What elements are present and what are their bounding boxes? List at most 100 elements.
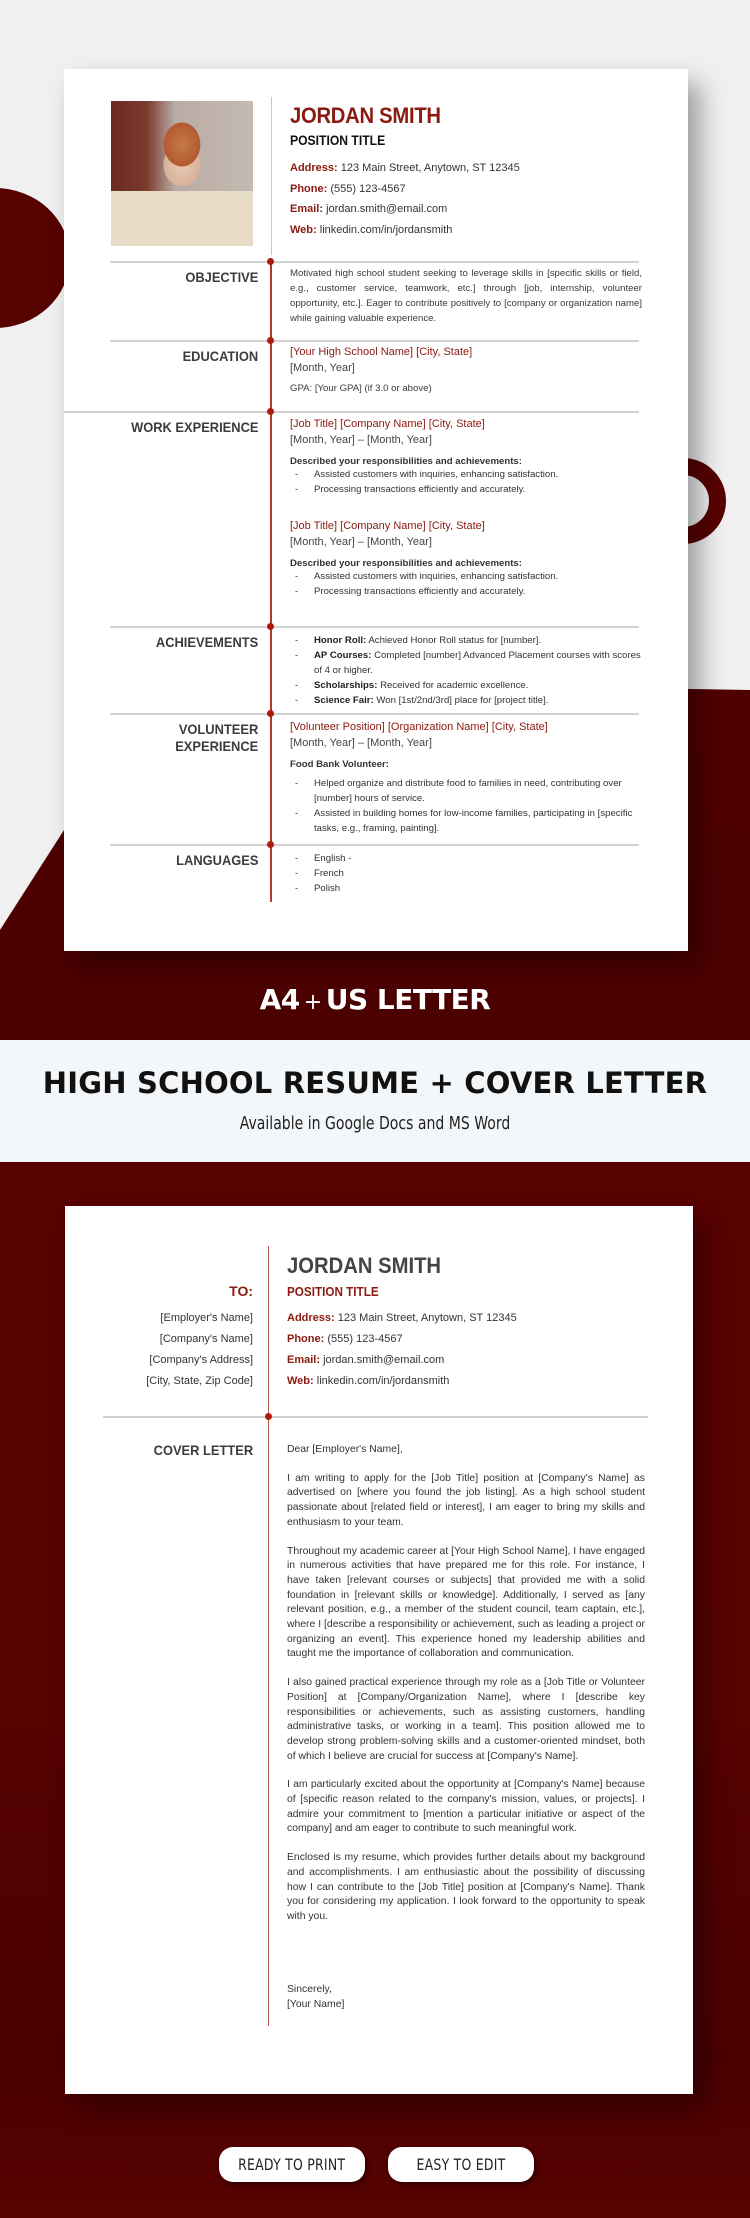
cover-letter-position-title: POSITION TITLE (287, 1284, 379, 1299)
contact-web-label: Web: (290, 224, 317, 236)
timeline-dot (267, 841, 274, 848)
list-item: - Honor Roll: Achieved Honor Roll status … (295, 635, 542, 646)
timeline-dot (267, 408, 274, 415)
resume-name: JORDAN SMITH (290, 103, 441, 128)
achievements-list: - Honor Roll: Achieved Honor Roll status … (290, 633, 642, 708)
contact-phone-value: (555) 123-4567 (330, 183, 406, 195)
languages-block: - English - - French - Polish (290, 851, 642, 896)
contact-email-value: jordan.smith@email.com (326, 203, 448, 215)
list-item: - AP Courses: Completed [number] Advanced… (295, 650, 641, 676)
letter-closing-block: Sincerely, [Your Name] (287, 1983, 344, 2012)
recipient-employer: [Employer's Name] (160, 1312, 253, 1324)
recipient-address: [Company's Address] (149, 1354, 253, 1366)
timeline-dot (265, 1413, 272, 1420)
volunteer-dates: [Month, Year] – [Month, Year] (290, 737, 432, 749)
format-plus: + (303, 990, 322, 1015)
letter-paragraph: I am writing to apply for the [Job Title… (287, 1472, 645, 1528)
contact-address-value: 123 Main Street, Anytown, ST 12345 (340, 162, 520, 174)
contact-email-label: Email: (290, 203, 324, 215)
cl-contact-web: Web: linkedin.com/in/jordansmith (287, 1375, 450, 1387)
list-item: - Assisted customers with inquiries, enha… (295, 571, 559, 582)
job-subheading: Described your responsibilities and achi… (290, 558, 522, 569)
letter-paragraph: Enclosed is my resume, which provides fu… (287, 1852, 645, 1922)
contact-address: Address: 123 Main Street, Anytown, ST 12… (290, 162, 520, 174)
job-subheading: Described your responsibilities and achi… (290, 456, 522, 467)
work-job-2: [Job Title] [Company Name] [City, State]… (290, 519, 642, 599)
badge-ready-to-print: READY TO PRINT (219, 2147, 365, 2182)
volunteer-bullets: - Helped organize and distribute food to … (290, 776, 642, 836)
education-gpa: GPA: [Your GPA] (if 3.0 or above) (290, 383, 432, 394)
section-label-work-experience: WORK EXPERIENCE (130, 419, 258, 435)
recipient-city-state-zip: [City, State, Zip Code] (146, 1375, 253, 1387)
to-label: TO: (229, 1283, 253, 1299)
section-label-languages: LANGUAGES (175, 852, 258, 868)
achievements-block: - Honor Roll: Achieved Honor Roll status … (290, 633, 642, 708)
job-title: [Job Title] [Company Name] [City, State] (290, 520, 485, 532)
letter-paragraph: Throughout my academic career at [Your H… (287, 1545, 645, 1660)
timeline-dot (267, 337, 274, 344)
education-school: [Your High School Name] [City, State] (290, 346, 473, 358)
list-item: - Processing transactions efficiently and… (295, 484, 526, 495)
section-label-achievements: ACHIEVEMENTS (155, 634, 258, 650)
job-dates: [Month, Year] – [Month, Year] (290, 434, 432, 446)
work-job-1: [Job Title] [Company Name] [City, State]… (290, 417, 642, 497)
job-dates: [Month, Year] – [Month, Year] (290, 536, 432, 548)
section-label-volunteer-line1: VOLUNTEER (178, 721, 258, 737)
education-block: [Your High School Name] [City, State] [M… (290, 345, 642, 396)
header-divider (271, 97, 272, 255)
list-item: - Helped organize and distribute food to … (295, 778, 622, 804)
list-item: - Scholarships: Received for academic exc… (295, 680, 529, 691)
cl-contact-address: Address: 123 Main Street, Anytown, ST 12… (287, 1312, 517, 1324)
volunteer-block: [Volunteer Position] [Organization Name]… (290, 720, 642, 836)
format-heading: A4 + US LETTER (0, 983, 750, 1016)
resume-position-title: POSITION TITLE (290, 133, 386, 148)
format-us-letter: US LETTER (325, 983, 491, 1016)
contact-phone: Phone: (555) 123-4567 (290, 183, 406, 195)
cl-contact-phone: Phone: (555) 123-4567 (287, 1333, 403, 1345)
product-title: HIGH SCHOOL RESUME + COVER LETTER (42, 1066, 708, 1100)
list-item: - French (295, 868, 344, 879)
cl-contact-email: Email: jordan.smith@email.com (287, 1354, 445, 1366)
list-item: - Assisted customers with inquiries, enha… (295, 469, 559, 480)
languages-list: - English - - French - Polish (290, 851, 642, 896)
section-label-cover-letter: COVER LETTER (153, 1442, 253, 1458)
cover-letter-name: JORDAN SMITH (287, 1253, 442, 1278)
timeline-line (270, 262, 272, 902)
product-subtitle: Available in Google Docs and MS Word (239, 1113, 511, 1134)
contact-email: Email: jordan.smith@email.com (290, 203, 447, 215)
volunteer-subheading: Food Bank Volunteer: (290, 759, 389, 770)
volunteer-title: [Volunteer Position] [Organization Name]… (290, 721, 548, 733)
section-rule (103, 1416, 648, 1418)
recipient-company: [Company's Name] (159, 1333, 253, 1345)
job-bullets: - Assisted customers with inquiries, enha… (290, 467, 642, 497)
letter-body: Dear [Employer's Name], I am writing to … (287, 1443, 645, 1939)
resume-page-preview: JORDAN SMITH POSITION TITLE Address: 123… (64, 69, 688, 951)
list-item: - Polish (295, 883, 341, 894)
section-label-education: EDUCATION (182, 348, 258, 364)
list-item: - English - (295, 853, 352, 864)
letter-salutation: Dear [Employer's Name], (287, 1444, 403, 1455)
job-bullets: - Assisted customers with inquiries, enha… (290, 569, 642, 599)
title-band (0, 1040, 750, 1162)
timeline-line (268, 1246, 269, 2026)
objective-text: Motivated high school student seeking to… (290, 268, 642, 324)
contact-web-value: linkedin.com/in/jordansmith (319, 224, 453, 236)
letter-closing: Sincerely, (287, 1984, 332, 1995)
list-item: - Assisted in building homes for low-inco… (295, 808, 633, 834)
list-item: - Processing transactions efficiently and… (295, 586, 526, 597)
format-a4: A4 (259, 983, 301, 1016)
badge-easy-to-edit: EASY TO EDIT (388, 2147, 534, 2182)
education-date: [Month, Year] (290, 362, 355, 374)
timeline-dot (267, 623, 274, 630)
cover-letter-page-preview: TO: [Employer's Name] [Company's Name] [… (65, 1206, 693, 2094)
section-label-objective: OBJECTIVE (184, 269, 258, 285)
section-label-volunteer: VOLUNTEER EXPERIENCE (175, 721, 258, 755)
contact-web: Web: linkedin.com/in/jordansmith (290, 224, 452, 236)
contact-address-label: Address: (290, 162, 338, 174)
list-item: - Science Fair: Won [1st/2nd/3rd] place f… (295, 695, 549, 706)
timeline-dot (267, 710, 274, 717)
job-title: [Job Title] [Company Name] [City, State] (290, 418, 485, 430)
letter-paragraph: I also gained practical experience throu… (287, 1677, 645, 1762)
letter-paragraph: I am particularly excited about the oppo… (287, 1779, 645, 1835)
letter-signature: [Your Name] (287, 1998, 345, 2010)
